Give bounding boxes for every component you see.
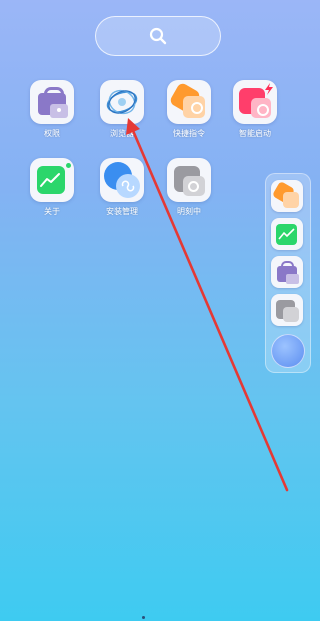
app-label: 明刻中	[177, 207, 201, 216]
app-label: 关于	[44, 207, 60, 216]
app-label: 智能启动	[239, 129, 271, 138]
dock-item-gray[interactable]	[271, 294, 303, 326]
app-permissions[interactable]: 权限	[20, 80, 84, 139]
gray-app-icon	[167, 158, 211, 202]
page-indicator	[142, 616, 145, 619]
smart-launch-icon	[233, 80, 277, 124]
dock-item-about[interactable]	[271, 218, 303, 250]
app-label: 权限	[44, 129, 60, 138]
home-screen: 权限 浏览器 快捷指令 智能启动 关于 安装管理 明刻中	[3, 0, 311, 621]
side-dock	[265, 173, 311, 373]
search-button[interactable]	[95, 16, 221, 56]
app-label: 浏览器	[110, 129, 134, 138]
dock-item-shortcuts[interactable]	[271, 180, 303, 212]
app-browser[interactable]: 浏览器	[90, 80, 154, 139]
app-shortcuts[interactable]: 快捷指令	[157, 80, 221, 139]
app-label: 安装管理	[106, 207, 138, 216]
about-chart-icon	[30, 158, 74, 202]
bag-lock-icon	[30, 80, 74, 124]
app-install-manager[interactable]: 安装管理	[90, 158, 154, 217]
app-gray[interactable]: 明刻中	[157, 158, 221, 217]
swirl-browser-icon	[100, 80, 144, 124]
app-about[interactable]: 关于	[20, 158, 84, 217]
search-icon	[149, 27, 167, 45]
dock-item-permissions[interactable]	[271, 256, 303, 288]
blue-circle-icon[interactable]	[271, 334, 305, 368]
app-label: 快捷指令	[173, 129, 205, 138]
app-smart-launch[interactable]: 智能启动	[223, 80, 287, 139]
shortcut-hex-icon	[167, 80, 211, 124]
install-manager-icon	[100, 158, 144, 202]
